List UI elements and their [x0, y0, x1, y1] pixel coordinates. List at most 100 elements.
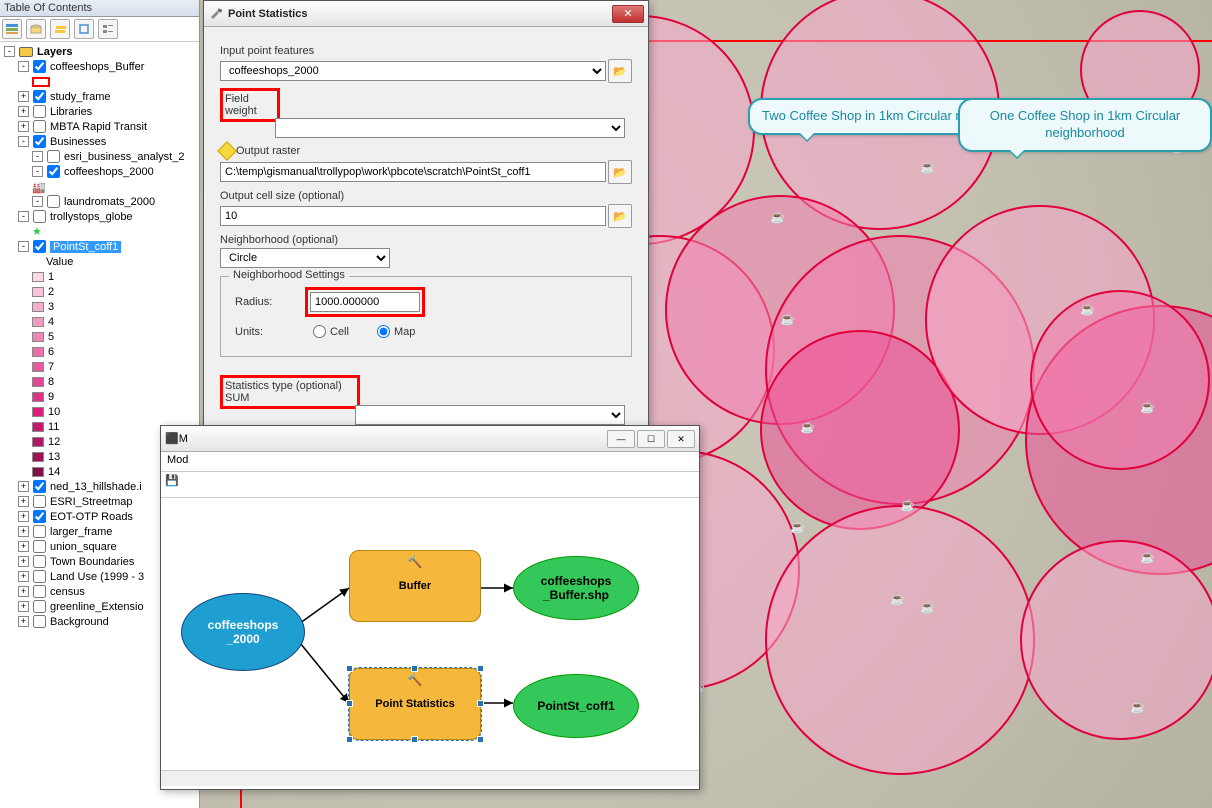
expander-icon[interactable]: +	[18, 601, 29, 612]
expander-icon[interactable]: +	[18, 496, 29, 507]
options-button[interactable]	[98, 19, 118, 39]
output-node-buffer[interactable]: coffeeshops _Buffer.shp	[513, 556, 639, 620]
save-icon[interactable]: 💾	[165, 475, 179, 487]
expander-icon[interactable]: -	[32, 196, 43, 207]
radius-label: Radius:	[235, 296, 285, 308]
layer-visibility-checkbox[interactable]	[33, 525, 46, 538]
layer-visibility-checkbox[interactable]	[33, 105, 46, 118]
layer-row[interactable]: +study_frame	[4, 89, 195, 104]
cellsize-field[interactable]	[220, 206, 606, 226]
modelbuilder-window: ⬛ M — ☐ ✕ Mod 💾 coffeeshops _2000 🔨 Buff…	[160, 425, 700, 790]
layer-visibility-checkbox[interactable]	[33, 540, 46, 553]
point-statistics-tool-node[interactable]: 🔨 Point Statistics	[349, 668, 481, 740]
expander-icon[interactable]: +	[18, 511, 29, 522]
coffee-shop-icon	[800, 420, 814, 432]
input-features-combo[interactable]: coffeeshops_2000	[220, 61, 606, 81]
color-swatch	[32, 452, 44, 462]
output-raster-label: Output raster	[220, 144, 632, 158]
layer-visibility-checkbox[interactable]	[33, 600, 46, 613]
expander-icon[interactable]: +	[18, 91, 29, 102]
expander-icon[interactable]: +	[18, 121, 29, 132]
buffer-circle	[760, 330, 960, 530]
list-by-drawing-order-button[interactable]	[2, 19, 22, 39]
field-highlight: Field weight	[220, 88, 280, 122]
units-cell-radio[interactable]: Cell	[313, 325, 349, 338]
color-swatch	[32, 422, 44, 432]
layer-visibility-checkbox[interactable]	[33, 585, 46, 598]
layer-visibility-checkbox[interactable]	[33, 240, 46, 253]
stats-combo[interactable]	[355, 405, 625, 425]
expander-icon[interactable]: +	[18, 481, 29, 492]
model-toolbar[interactable]: 💾	[161, 472, 699, 498]
stats-highlight: Statistics type (optional) SUM	[220, 375, 360, 409]
layer-visibility-checkbox[interactable]	[33, 135, 46, 148]
layer-visibility-checkbox[interactable]	[47, 150, 60, 163]
layer-visibility-checkbox[interactable]	[33, 510, 46, 523]
layer-row[interactable]: -coffeeshops_Buffer	[4, 59, 195, 74]
point-symbol-icon: 🏭	[32, 181, 46, 193]
layer-visibility-checkbox[interactable]	[33, 60, 46, 73]
layer-visibility-checkbox[interactable]	[47, 195, 60, 208]
list-by-source-button[interactable]	[26, 19, 46, 39]
layer-row[interactable]: +MBTA Rapid Transit	[4, 119, 195, 134]
close-button[interactable]: ✕	[667, 430, 695, 448]
neighborhood-settings-legend: Neighborhood Settings	[229, 269, 349, 281]
list-by-visibility-button[interactable]	[50, 19, 70, 39]
browse-output-button[interactable]: 📂	[608, 160, 632, 184]
model-canvas[interactable]: coffeeshops _2000 🔨 Buffer coffeeshops _…	[161, 498, 699, 770]
browse-cellsize-button[interactable]: 📂	[608, 204, 632, 228]
expander-icon[interactable]: -	[32, 166, 43, 177]
model-titlebar[interactable]: ⬛ M — ☐ ✕	[161, 426, 699, 452]
minimize-button[interactable]: —	[607, 430, 635, 448]
layer-visibility-checkbox[interactable]	[33, 555, 46, 568]
output-node-pointst[interactable]: PointSt_coff1	[513, 674, 639, 738]
field-label: Field	[225, 93, 275, 105]
layer-row[interactable]: +Libraries	[4, 104, 195, 119]
expander-icon[interactable]: +	[18, 571, 29, 582]
expander-icon[interactable]: +	[18, 616, 29, 627]
layer-row[interactable]: -Businesses	[4, 134, 195, 149]
buffer-tool-node[interactable]: 🔨 Buffer	[349, 550, 481, 622]
radius-field[interactable]	[310, 292, 420, 312]
layer-visibility-checkbox[interactable]	[33, 120, 46, 133]
expander-icon[interactable]: -	[18, 136, 29, 147]
expander-icon[interactable]: -	[18, 211, 29, 222]
expander-icon[interactable]: -	[18, 241, 29, 252]
layer-visibility-checkbox[interactable]	[33, 495, 46, 508]
output-raster-field[interactable]	[220, 162, 606, 182]
layer-row[interactable]: -coffeeshops_2000	[4, 164, 195, 179]
layer-visibility-checkbox[interactable]	[33, 90, 46, 103]
expander-icon[interactable]: +	[18, 541, 29, 552]
expander-icon[interactable]: -	[32, 151, 43, 162]
model-menubar[interactable]: Mod	[161, 452, 699, 472]
neighborhood-combo[interactable]: Circle	[220, 248, 390, 268]
layer-row[interactable]: -PointSt_coff1	[4, 239, 195, 254]
field-combo[interactable]	[275, 118, 625, 138]
expander-icon[interactable]: -	[4, 46, 15, 57]
layer-visibility-checkbox[interactable]	[33, 570, 46, 583]
units-map-radio[interactable]: Map	[377, 325, 415, 338]
dialog-titlebar[interactable]: Point Statistics ✕	[204, 1, 648, 27]
browse-input-button[interactable]: 📂	[608, 59, 632, 83]
model-scrollbar[interactable]	[161, 770, 699, 786]
layer-row[interactable]: -esri_business_analyst_2	[4, 149, 195, 164]
model-icon: ⬛	[165, 432, 179, 445]
list-by-selection-button[interactable]	[74, 19, 94, 39]
layer-row[interactable]: -laundromats_2000	[4, 194, 195, 209]
layer-visibility-checkbox[interactable]	[33, 210, 46, 223]
expander-icon[interactable]: +	[18, 106, 29, 117]
layer-visibility-checkbox[interactable]	[33, 615, 46, 628]
expander-icon[interactable]: -	[18, 61, 29, 72]
input-node-coffeeshops[interactable]: coffeeshops _2000	[181, 593, 305, 671]
close-button[interactable]: ✕	[612, 5, 644, 23]
layer-visibility-checkbox[interactable]	[47, 165, 60, 178]
neighborhood-label: Neighborhood (optional)	[220, 234, 632, 246]
expander-icon[interactable]: +	[18, 586, 29, 597]
layer-row[interactable]: -trollystops_globe	[4, 209, 195, 224]
layer-visibility-checkbox[interactable]	[33, 480, 46, 493]
expander-icon[interactable]: +	[18, 556, 29, 567]
field-value: weight	[225, 105, 275, 117]
expander-icon[interactable]: +	[18, 526, 29, 537]
maximize-button[interactable]: ☐	[637, 430, 665, 448]
color-swatch	[32, 362, 44, 372]
